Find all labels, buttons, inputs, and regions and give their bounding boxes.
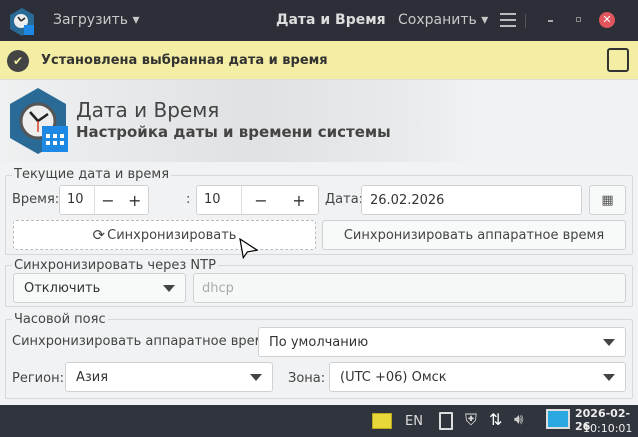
date-label: Дата: (325, 192, 364, 207)
clock-time[interactable]: 10:10:01 (583, 422, 632, 435)
notification-bar: ✔ Установлена выбранная дата и время (0, 41, 638, 80)
caret-down-icon: ▾ (481, 12, 489, 28)
time-label: Время: (12, 192, 60, 207)
hamburger-menu-icon[interactable] (500, 13, 516, 27)
group-title: Синхронизировать через NTP (12, 258, 218, 273)
window-title: Дата и Время (276, 12, 386, 28)
ntp-server-placeholder: dhcp (202, 280, 234, 296)
hours-spinbox[interactable]: 10 − + (59, 185, 149, 215)
zone-value: (UTC +06) Омск (340, 369, 447, 385)
ntp-mode-value: Отключить (24, 280, 101, 296)
title-bar: Загрузить ▾ Дата и Время Сохранить ▾ ✕ (0, 0, 638, 41)
refresh-icon: ⟳ (92, 226, 106, 244)
sync-hardware-time-button[interactable]: Синхронизировать аппаратное время (322, 220, 626, 250)
check-circle-icon: ✔ (7, 50, 29, 72)
app-icon (9, 8, 35, 36)
hours-increment-button[interactable]: + (121, 191, 148, 210)
network-icon[interactable]: ⇅ (489, 410, 502, 429)
region-select[interactable]: Азия (65, 362, 273, 392)
minutes-increment-button[interactable]: + (280, 191, 318, 210)
load-label: Загрузить (53, 12, 129, 28)
ntp-server-input[interactable]: dhcp (193, 273, 626, 303)
maximize-button[interactable] (576, 17, 581, 22)
load-menu-button[interactable]: Загрузить ▾ (53, 12, 140, 28)
save-menu-button[interactable]: Сохранить ▾ (398, 12, 488, 28)
minutes-spinbox[interactable]: 10 − + (196, 185, 319, 215)
calendar-icon: ▦ (601, 192, 614, 208)
minutes-decrement-button[interactable]: − (242, 191, 280, 210)
group-title: Часовой пояс (12, 312, 108, 327)
clipboard-icon[interactable] (439, 412, 453, 430)
time-separator: : (186, 192, 191, 207)
hw-sync-select[interactable]: По умолчанию (258, 327, 626, 357)
region-value: Азия (76, 369, 109, 385)
hours-value: 10 (60, 186, 95, 214)
header-subtitle: Настройка даты и времени системы (76, 123, 391, 141)
divider (525, 14, 526, 28)
taskbar: EN ⛨ ⇅ 🔊︎ 2026-02-26 10:10:01 (0, 405, 638, 437)
save-profile-icon[interactable] (607, 48, 629, 72)
zone-label: Зона: (288, 371, 326, 386)
dropdown-arrow-icon (603, 339, 615, 346)
shield-icon[interactable]: ⛨ (465, 410, 477, 430)
group-title: Текущие дата и время (12, 167, 172, 182)
keyboard-layout-indicator[interactable]: EN (405, 414, 423, 429)
mouse-cursor (238, 237, 259, 266)
caret-down-icon: ▾ (132, 12, 140, 28)
dropdown-arrow-icon (163, 285, 175, 292)
sync-button[interactable]: ⟳ Синхронизировать (13, 220, 316, 250)
save-label: Сохранить (398, 12, 477, 28)
minimize-button[interactable] (548, 20, 553, 22)
page-header: Дата и Время Настройка даты и времени си… (0, 80, 638, 162)
screenshot-tool-icon[interactable] (546, 409, 570, 429)
dropdown-arrow-icon (250, 374, 262, 381)
notes-icon[interactable] (372, 413, 392, 429)
volume-icon[interactable]: 🔊︎ (514, 410, 523, 428)
notification-text: Установлена выбранная дата и время (41, 53, 328, 68)
datetime-logo-icon (8, 88, 70, 156)
header-title: Дата и Время (76, 98, 220, 122)
sync-label: Синхронизировать (107, 227, 237, 243)
ntp-mode-select[interactable]: Отключить (13, 273, 186, 303)
hw-sync-label: Синхронизировать аппаратное время: (12, 334, 277, 349)
region-label: Регион: (12, 371, 64, 386)
hours-decrement-button[interactable]: − (95, 191, 122, 210)
dropdown-arrow-icon (603, 374, 615, 381)
calendar-button[interactable]: ▦ (589, 185, 626, 215)
date-input[interactable]: 26.02.2026 (361, 185, 582, 215)
hw-sync-value: По умолчанию (269, 334, 369, 350)
minutes-value: 10 (197, 186, 242, 214)
zone-select[interactable]: (UTC +06) Омск (329, 362, 626, 392)
close-button[interactable]: ✕ (599, 12, 615, 28)
